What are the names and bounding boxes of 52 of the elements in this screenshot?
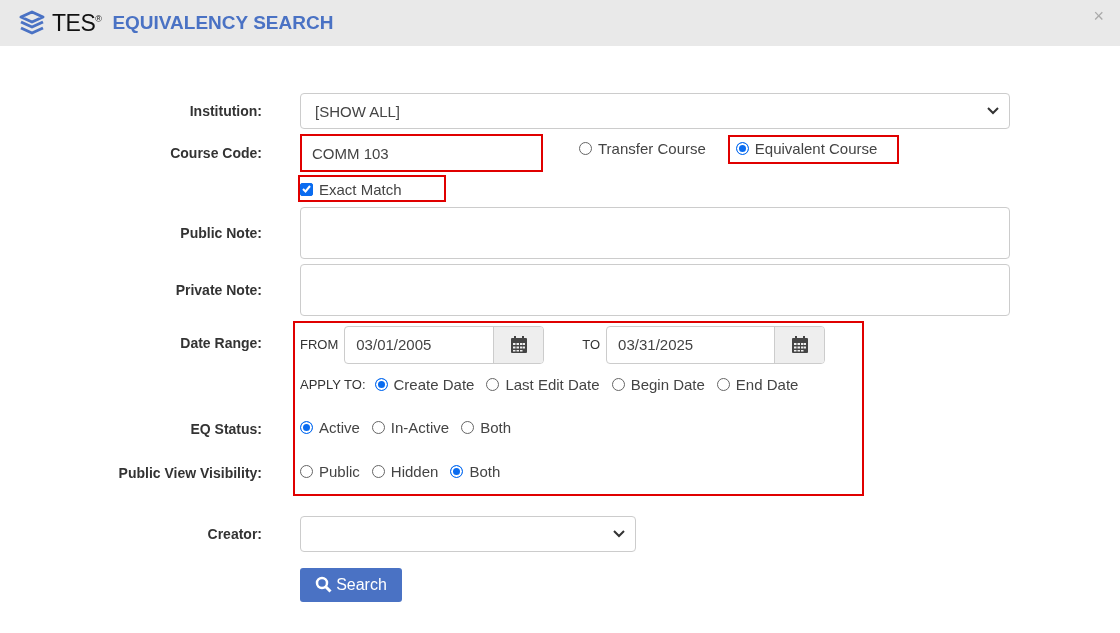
option-label: Both [480, 419, 512, 436]
private-note-field[interactable] [300, 263, 1010, 316]
radio-button[interactable] [735, 141, 749, 155]
radio-button[interactable] [450, 465, 464, 478]
to-date-field[interactable]: 03/31/2025 [606, 325, 826, 364]
field-label: Public View Visibility: [117, 463, 262, 483]
to-label: TO [582, 337, 601, 352]
option-label: Public [319, 463, 360, 480]
option-label: In-Active [390, 419, 450, 436]
field-label: Course Code: [169, 145, 262, 161]
option-label: Active [319, 419, 360, 436]
stacked-layers-icon [18, 10, 46, 36]
option-label: Exact Match [319, 180, 402, 198]
option-label: End Date [735, 376, 799, 393]
field-label: EQ Status: [189, 419, 262, 439]
from-label: FROM [300, 337, 339, 352]
public-note-field[interactable] [300, 206, 1010, 259]
option-label: Equivalent Course [754, 139, 878, 157]
radio-button[interactable] [611, 378, 625, 391]
dialog-title: EQUIVALENCY SEARCH [112, 12, 334, 34]
radio-button[interactable] [374, 378, 388, 391]
option-label: Begin Date [630, 376, 705, 393]
search-icon [315, 576, 333, 593]
from-date-field[interactable]: 03/01/2005 [344, 325, 545, 364]
radio-button[interactable] [300, 421, 313, 434]
search-button[interactable]: Search [300, 567, 402, 602]
field-label: Institution: [188, 103, 262, 119]
radio-button[interactable] [371, 465, 385, 478]
option-label: Both [469, 463, 501, 480]
option-label: Last Edit Date [505, 376, 600, 393]
checkbox[interactable] [300, 182, 313, 196]
radio-button[interactable] [716, 378, 730, 391]
field-label: Public Note: [179, 224, 262, 241]
logo-text: TES$^{®}$ [52, 9, 102, 37]
option-label: Transfer Course [598, 139, 706, 157]
radio-button[interactable] [461, 421, 475, 434]
option-label: Hidden [390, 463, 439, 480]
chevron-down-icon [613, 529, 625, 538]
field-label: Date Range: [179, 333, 262, 353]
course-code-field[interactable]: COMM 103 [300, 134, 543, 172]
radio-button[interactable] [579, 141, 592, 155]
option-label: Create Date [393, 376, 475, 393]
radio-button[interactable] [371, 421, 385, 434]
calendar-icon [791, 336, 808, 353]
institution-select[interactable]: [SHOW ALL] [300, 93, 1010, 129]
radio-button[interactable] [300, 465, 313, 478]
calendar-icon [510, 336, 527, 353]
field-label: Private Note: [174, 281, 262, 298]
apply-to-label: APPLY TO: [300, 377, 366, 392]
field-label: Creator: [206, 525, 262, 542]
chevron-down-icon [987, 107, 999, 115]
radio-button[interactable] [486, 378, 500, 391]
